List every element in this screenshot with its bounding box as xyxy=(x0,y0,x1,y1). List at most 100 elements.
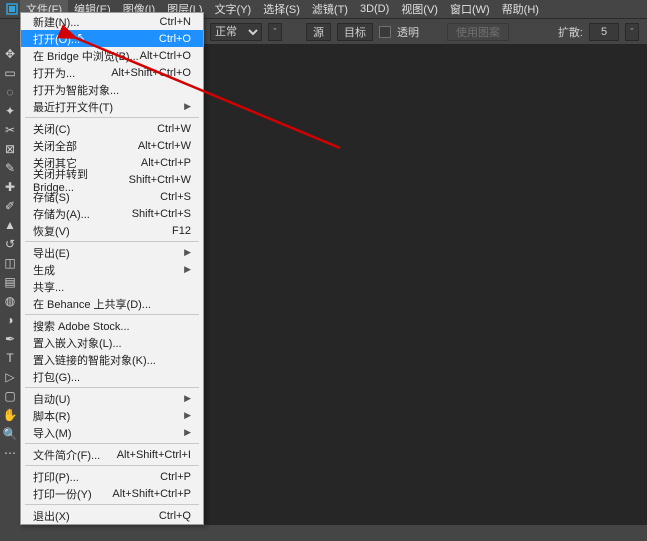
menu-item-shortcut: Ctrl+N xyxy=(160,16,191,28)
menu-item-label: 文件简介(F)... xyxy=(33,447,100,463)
menu-item[interactable]: 置入链接的智能对象(K)... xyxy=(21,351,203,368)
menu-item[interactable]: 最近打开文件(T)▶ xyxy=(21,98,203,115)
menu-item[interactable]: 打印(P)... Ctrl+P xyxy=(21,468,203,485)
tools-panel: ✥ ▭ ◌ ✦ ✂ ⊠ ✎ ✚ ✐ ▲ ↺ ◫ ▤ ◍ ◑ ✒ T ▷ ▢ ✋ … xyxy=(0,44,20,525)
menu-item-label: 打开为智能对象... xyxy=(33,82,119,98)
move-tool-icon[interactable]: ✥ xyxy=(2,46,18,62)
menu-item[interactable]: 打开为智能对象... xyxy=(21,81,203,98)
menu-item-shortcut: Alt+Shift+Ctrl+I xyxy=(117,449,191,461)
menu-item-label: 生成 xyxy=(33,262,55,278)
brush-tool-icon[interactable]: ✐ xyxy=(2,198,18,214)
menu-item-label: 在 Behance 上共享(D)... xyxy=(33,296,151,312)
menu-item-shortcut: Ctrl+O xyxy=(159,33,191,45)
menu-view[interactable]: 视图(V) xyxy=(395,0,444,19)
path-selection-tool-icon[interactable]: ▷ xyxy=(2,369,18,385)
submenu-arrow-icon: ▶ xyxy=(184,427,191,438)
menu-item[interactable]: 生成 ▶ xyxy=(21,261,203,278)
healing-brush-tool-icon[interactable]: ✚ xyxy=(2,179,18,195)
menu-item[interactable]: 搜索 Adobe Stock... xyxy=(21,317,203,334)
more-tools-icon[interactable]: ⋯ xyxy=(2,445,18,461)
menu-item[interactable]: 打开(O)...↖Ctrl+O xyxy=(21,30,203,47)
blur-tool-icon[interactable]: ◍ xyxy=(2,293,18,309)
source-button[interactable]: 源 xyxy=(306,23,331,41)
menu-window[interactable]: 窗口(W) xyxy=(444,0,496,19)
menu-filter[interactable]: 滤镜(T) xyxy=(306,0,354,19)
menu-item-label: 导入(M) xyxy=(33,425,72,441)
menu-item[interactable]: 脚本(R)▶ xyxy=(21,407,203,424)
history-brush-tool-icon[interactable]: ↺ xyxy=(2,236,18,252)
menu-item[interactable]: 存储为(A)...Shift+Ctrl+S xyxy=(21,205,203,222)
menu-item-label: 打印一份(Y) xyxy=(33,486,92,502)
menu-item-label: 打印(P)... xyxy=(33,469,79,485)
menu-item-shortcut: Ctrl+W xyxy=(157,123,191,135)
menu-item[interactable]: 导出(E)▶ xyxy=(21,244,203,261)
menu-item-label: 打开为... xyxy=(33,65,75,81)
menu-item[interactable]: 文件简介(F)... Alt+Shift+Ctrl+I xyxy=(21,446,203,463)
frame-tool-icon[interactable]: ⊠ xyxy=(2,141,18,157)
menu-3d[interactable]: 3D(D) xyxy=(354,1,395,17)
crop-tool-icon[interactable]: ✂ xyxy=(2,122,18,138)
menu-item[interactable]: 关闭并转到 Bridge...Shift+Ctrl+W xyxy=(21,171,203,188)
menu-item-shortcut: Shift+Ctrl+W xyxy=(129,174,191,186)
menu-item-label: 在 Bridge 中浏览(B)... xyxy=(33,48,139,64)
menu-item-label: 打包(G)... xyxy=(33,369,80,385)
blend-mode-select[interactable]: 正常 xyxy=(210,23,262,41)
file-menu-dropdown: 新建(N)...Ctrl+N打开(O)...↖Ctrl+O在 Bridge 中浏… xyxy=(20,12,204,525)
menu-item-label: 存储(S) xyxy=(33,189,70,205)
eraser-tool-icon[interactable]: ◫ xyxy=(2,255,18,271)
menu-item[interactable]: 恢复(V)F12 xyxy=(21,222,203,239)
menu-separator xyxy=(25,504,199,505)
hand-tool-icon[interactable]: ✋ xyxy=(2,407,18,423)
zoom-tool-icon[interactable]: 🔍 xyxy=(2,426,18,442)
menu-item-label: 关闭全部 xyxy=(33,138,77,154)
menu-item[interactable]: 新建(N)...Ctrl+N xyxy=(21,13,203,30)
menu-item-shortcut: Alt+Shift+Ctrl+P xyxy=(112,488,191,500)
eyedropper-tool-icon[interactable]: ✎ xyxy=(2,160,18,176)
menu-item-shortcut: Alt+Ctrl+P xyxy=(141,157,191,169)
menu-item[interactable]: 打包(G)... xyxy=(21,368,203,385)
transparent-checkbox[interactable] xyxy=(379,26,391,38)
menu-item-label: 导出(E) xyxy=(33,245,70,261)
menu-select[interactable]: 选择(S) xyxy=(257,0,306,19)
pen-tool-icon[interactable]: ✒ xyxy=(2,331,18,347)
menu-item[interactable]: 打印一份(Y) Alt+Shift+Ctrl+P xyxy=(21,485,203,502)
magic-wand-tool-icon[interactable]: ✦ xyxy=(2,103,18,119)
menu-item-label: 打开(O)... xyxy=(33,31,80,47)
rectangle-tool-icon[interactable]: ▢ xyxy=(2,388,18,404)
submenu-arrow-icon: ▶ xyxy=(184,393,191,404)
menu-item[interactable]: 置入嵌入对象(L)... xyxy=(21,334,203,351)
menu-item[interactable]: 在 Bridge 中浏览(B)...Alt+Ctrl+O xyxy=(21,47,203,64)
type-tool-icon[interactable]: T xyxy=(2,350,18,366)
menu-item-label: 脚本(R) xyxy=(33,408,70,424)
menu-item[interactable]: 打开为...Alt+Shift+Ctrl+O xyxy=(21,64,203,81)
chevron-down-icon[interactable]: ˇ xyxy=(268,23,282,41)
menu-item-shortcut: Alt+Ctrl+O xyxy=(140,50,191,62)
menu-item-label: 共享... xyxy=(33,279,64,295)
menu-item[interactable]: 退出(X)Ctrl+Q xyxy=(21,507,203,524)
submenu-arrow-icon: ▶ xyxy=(184,264,191,275)
gradient-tool-icon[interactable]: ▤ xyxy=(2,274,18,290)
menu-item[interactable]: 在 Behance 上共享(D)... xyxy=(21,295,203,312)
diffusion-input[interactable] xyxy=(589,23,619,41)
clone-stamp-tool-icon[interactable]: ▲ xyxy=(2,217,18,233)
menu-item-label: 关闭(C) xyxy=(33,121,70,137)
menu-separator xyxy=(25,465,199,466)
menu-item-shortcut: Ctrl+P xyxy=(160,471,191,483)
menu-separator xyxy=(25,117,199,118)
marquee-tool-icon[interactable]: ▭ xyxy=(2,65,18,81)
submenu-arrow-icon: ▶ xyxy=(184,101,191,112)
menu-item[interactable]: 共享... xyxy=(21,278,203,295)
menu-item[interactable]: 关闭全部Alt+Ctrl+W xyxy=(21,137,203,154)
menu-item-label: 搜索 Adobe Stock... xyxy=(33,318,130,334)
menu-item[interactable]: 关闭(C) Ctrl+W xyxy=(21,120,203,137)
menu-type[interactable]: 文字(Y) xyxy=(209,0,258,19)
menu-item[interactable]: 导入(M) ▶ xyxy=(21,424,203,441)
chevron-down-icon[interactable]: ˇ xyxy=(625,23,639,41)
menu-item-label: 置入嵌入对象(L)... xyxy=(33,335,122,351)
menu-item[interactable]: 自动(U)▶ xyxy=(21,390,203,407)
lasso-tool-icon[interactable]: ◌ xyxy=(2,84,18,100)
target-button[interactable]: 目标 xyxy=(337,23,373,41)
menu-item-label: 存储为(A)... xyxy=(33,206,90,222)
dodge-tool-icon[interactable]: ◑ xyxy=(2,312,18,328)
menu-help[interactable]: 帮助(H) xyxy=(496,0,545,19)
